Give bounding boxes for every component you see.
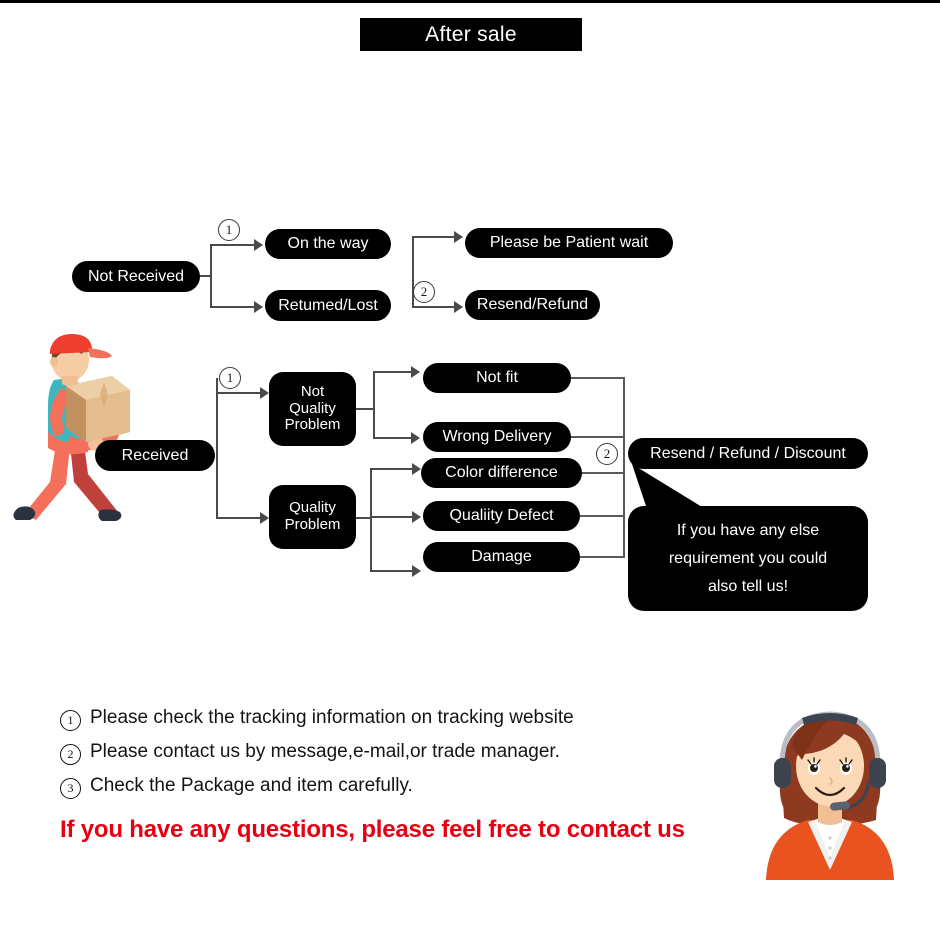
arrowhead-returned-lost: [254, 301, 263, 313]
arrowhead-not-quality-problem: [260, 387, 269, 399]
node-damage: Damage: [423, 542, 580, 572]
node-returned-lost: Retumed/Lost: [265, 290, 391, 321]
arrowhead-on-the-way: [254, 239, 263, 251]
note-text: Check the Package and item carefully.: [90, 775, 413, 796]
connector-to-patient-wait: [412, 236, 456, 238]
connector-to-on-the-way: [210, 244, 256, 246]
connector-collect-quality-defect: [580, 515, 625, 517]
notes-list: 1 Please check the tracking information …: [60, 706, 760, 808]
connector-not-received-bracket: [210, 245, 212, 307]
note-text: Please check the tracking information on…: [90, 707, 574, 728]
connector-to-returned-lost: [210, 306, 256, 308]
customer-support-agent-illustration: [766, 711, 894, 880]
list-item: 2 Please contact us by message,e-mail,or…: [60, 740, 760, 765]
connector-collect-not-fit: [571, 377, 625, 379]
arrowhead-wrong-delivery: [411, 432, 420, 444]
note-text: Please contact us by message,e-mail,or t…: [90, 741, 560, 762]
contact-us-highlight: If you have any questions, please feel f…: [60, 816, 685, 843]
connector-collect-damage: [580, 556, 625, 558]
node-quality-defect: Qualiity Defect: [423, 501, 580, 531]
top-divider-rule: [0, 0, 940, 3]
node-not-received: Not Received: [72, 261, 200, 292]
node-quality-problem: Quality Problem: [269, 485, 356, 549]
step-marker-1-top: 1: [218, 219, 240, 241]
arrowhead-patient-wait: [454, 231, 463, 243]
node-please-be-patient-wait: Please be Patient wait: [465, 228, 673, 258]
step-marker-1-bottom: 1: [219, 367, 241, 389]
connector-collect-color-difference: [582, 472, 625, 474]
after-sale-infographic: After sale Not Received 1 On the way Ret…: [0, 0, 940, 926]
note-marker: 1: [60, 710, 81, 731]
connector-collect-wrong-delivery: [571, 436, 625, 438]
list-item: 1 Please check the tracking information …: [60, 706, 760, 731]
node-resend-refund: Resend/Refund: [465, 290, 600, 320]
connector-to-wrong-delivery: [373, 437, 413, 439]
delivery-man-illustration: [13, 334, 130, 521]
note-marker: 2: [60, 744, 81, 765]
node-wrong-delivery: Wrong Delivery: [423, 422, 571, 452]
connector-to-color-difference: [370, 468, 414, 470]
arrowhead-quality-defect: [412, 511, 421, 523]
connector-collector-spine: [623, 377, 625, 557]
connector-nqp-bracket: [373, 371, 375, 439]
node-on-the-way: On the way: [265, 229, 391, 259]
arrowhead-quality-problem: [260, 512, 269, 524]
connector-to-quality-problem: [216, 517, 262, 519]
arrowhead-color-difference: [412, 463, 421, 475]
connector-received-bracket: [216, 378, 218, 518]
page-title: After sale: [360, 18, 582, 51]
node-color-difference: Color difference: [421, 458, 582, 488]
connector-to-quality-defect: [370, 516, 414, 518]
arrowhead-resend-refund: [454, 301, 463, 313]
node-not-fit: Not fit: [423, 363, 571, 393]
arrowhead-damage: [412, 565, 421, 577]
connector-to-damage: [370, 570, 414, 572]
step-marker-2-top: 2: [413, 281, 435, 303]
node-received: Received: [95, 440, 215, 471]
list-item: 3 Check the Package and item carefully.: [60, 774, 760, 799]
node-not-quality-problem: Not Quality Problem: [269, 372, 356, 446]
note-marker: 3: [60, 778, 81, 799]
connector-to-not-quality-problem: [216, 392, 262, 394]
speech-bubble-note: If you have any else requirement you cou…: [628, 506, 868, 611]
connector-nqp-stem: [356, 408, 374, 410]
step-marker-2-bottom: 2: [596, 443, 618, 465]
connector-qp-bracket: [370, 468, 372, 572]
connector-to-not-fit: [373, 371, 413, 373]
connector-to-resend-refund: [412, 306, 456, 308]
arrowhead-not-fit: [411, 366, 420, 378]
